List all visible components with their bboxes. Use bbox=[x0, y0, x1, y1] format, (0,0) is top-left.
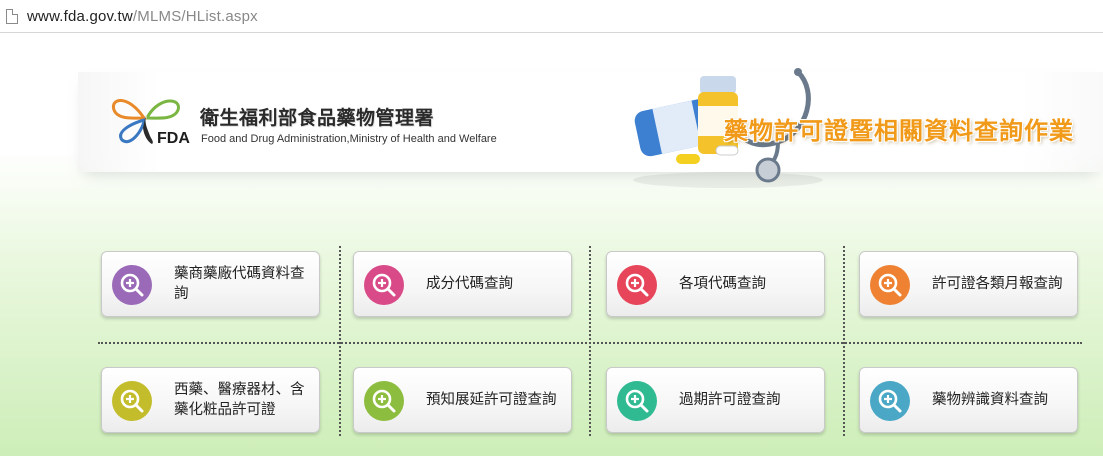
system-title: 藥物許可證暨相關資料查詢作業 bbox=[724, 117, 1074, 145]
url-domain: www.fda.gov.tw bbox=[27, 7, 133, 25]
menu-button-monthly-reports[interactable]: 許可證各類月報查詢 bbox=[859, 251, 1078, 317]
grid-divider-vertical bbox=[589, 246, 591, 436]
menu-button-label: 過期許可證查詢 bbox=[679, 392, 781, 408]
search-icon bbox=[364, 265, 404, 305]
grid-divider-vertical bbox=[843, 246, 845, 436]
logo-text: FDA bbox=[157, 130, 190, 147]
search-icon bbox=[112, 265, 152, 305]
menu-button-label: 藥物辨識資料查詢 bbox=[932, 392, 1048, 408]
menu-button-license-search[interactable]: 西藥、醫療器材、含藥化粧品許可證 bbox=[101, 367, 320, 433]
org-name-chinese: 衛生福利部食品藥物管理署 bbox=[200, 107, 435, 129]
search-icon bbox=[870, 381, 910, 421]
menu-button-label: 許可證各類月報查詢 bbox=[932, 276, 1063, 292]
url-text[interactable]: www.fda.gov.tw/MLMS/HList.aspx bbox=[27, 8, 258, 25]
menu-button-label: 預知展延許可證查詢 bbox=[426, 392, 557, 408]
menu-button-drug-identification[interactable]: 藥物辨識資料查詢 bbox=[859, 367, 1078, 433]
menu-button-label: 藥商藥廠代碼資料查詢 bbox=[174, 266, 305, 302]
menu-button-label: 各項代碼查詢 bbox=[679, 276, 766, 292]
address-bar[interactable]: www.fda.gov.tw/MLMS/HList.aspx bbox=[0, 0, 1103, 33]
search-icon bbox=[617, 265, 657, 305]
url-path: /MLMS/HList.aspx bbox=[132, 7, 258, 25]
menu-button-expired-license[interactable]: 過期許可證查詢 bbox=[606, 367, 825, 433]
search-icon bbox=[617, 381, 657, 421]
menu-button-label: 成分代碼查詢 bbox=[426, 276, 513, 292]
search-icon bbox=[112, 381, 152, 421]
menu-button-renewal-search[interactable]: 預知展延許可證查詢 bbox=[353, 367, 572, 433]
search-icon bbox=[870, 265, 910, 305]
org-name-english: Food and Drug Administration,Ministry of… bbox=[201, 133, 497, 145]
menu-button-ingredient-code[interactable]: 成分代碼查詢 bbox=[353, 251, 572, 317]
menu-button-label: 西藥、醫療器材、含藥化粧品許可證 bbox=[174, 382, 305, 418]
menu-button-manufacturer-code[interactable]: 藥商藥廠代碼資料查詢 bbox=[101, 251, 320, 317]
grid-divider-vertical bbox=[339, 246, 341, 436]
grid-divider-horizontal bbox=[98, 342, 1082, 344]
menu-button-various-codes[interactable]: 各項代碼查詢 bbox=[606, 251, 825, 317]
page-icon bbox=[6, 8, 18, 24]
search-icon bbox=[364, 381, 404, 421]
